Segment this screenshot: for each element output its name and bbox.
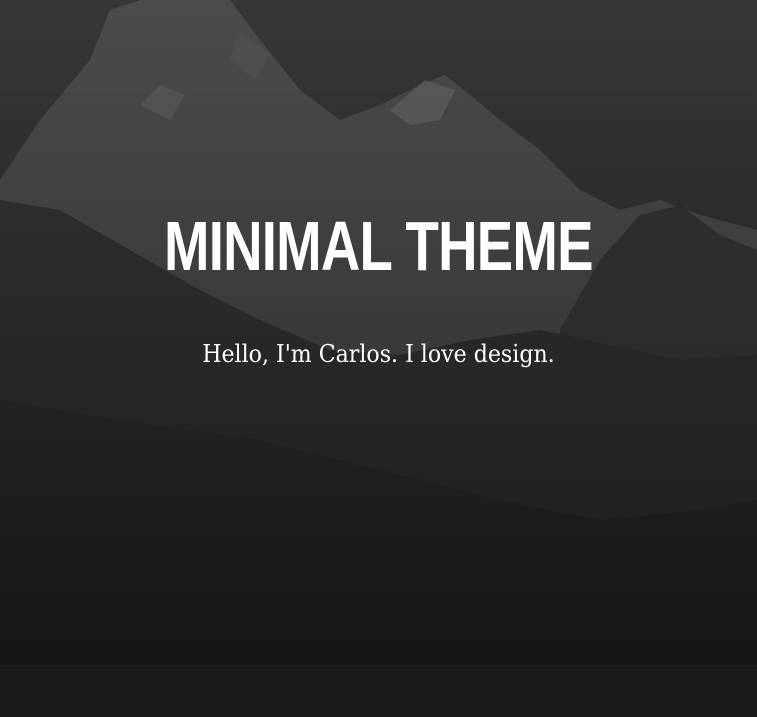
page-bottom-strip bbox=[0, 665, 757, 717]
mountain-background-image bbox=[0, 0, 757, 665]
site-tagline: Hello, I'm Carlos. I love design. bbox=[202, 340, 555, 368]
site-title: MINIMAL THEME bbox=[164, 207, 593, 285]
hero-section: MINIMAL THEME Hello, I'm Carlos. I love … bbox=[0, 0, 757, 665]
